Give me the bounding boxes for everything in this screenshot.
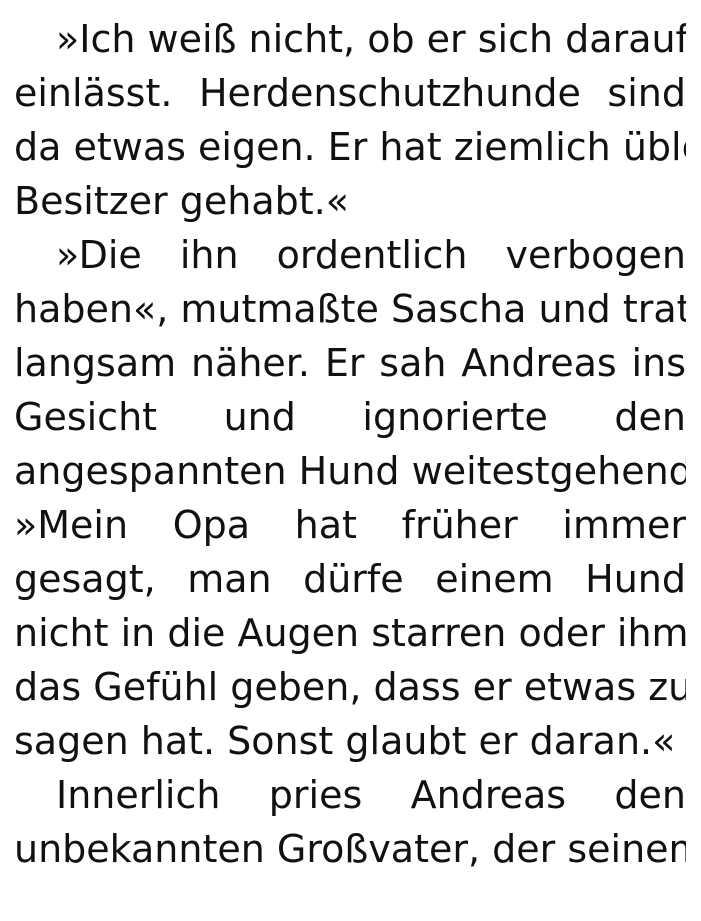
- text-line: nicht in die Augen starren oder ihm: [14, 611, 686, 655]
- text-line: langsam näher. Er sah Andreas ins: [14, 341, 686, 385]
- text-line: da etwas eigen. Er hat ziemlich üble: [14, 125, 686, 169]
- text-line: sagen hat. Sonst glaubt er daran.«: [14, 719, 676, 763]
- text-line: Innerlich pries Andreas den: [56, 773, 686, 817]
- book-page: »Ich weiß nicht, ob er sich darauf einlä…: [14, 12, 686, 876]
- paragraph-1: »Ich weiß nicht, ob er sich darauf einlä…: [14, 12, 686, 228]
- text-line: unbekannten Großvater, der seinem: [14, 827, 686, 871]
- text-line: Gesicht und ignorierte den: [14, 395, 686, 439]
- paragraph-3: Innerlich pries Andreas den unbekannten …: [14, 768, 686, 876]
- text-line: einlässt. Herdenschutzhunde sind: [14, 71, 686, 115]
- text-line: »Mein Opa hat früher immer: [14, 503, 686, 547]
- text-line: »Ich weiß nicht, ob er sich darauf: [56, 17, 686, 61]
- text-line: das Gefühl geben, dass er etwas zu: [14, 665, 686, 709]
- text-line: angespannten Hund weitestgehend.: [14, 449, 686, 493]
- text-line: gesagt, man dürfe einem Hund: [14, 557, 686, 601]
- text-line: haben«, mutmaßte Sascha und trat: [14, 287, 686, 331]
- text-line: Besitzer gehabt.«: [14, 179, 349, 223]
- text-line: »Die ihn ordentlich verbogen: [56, 233, 686, 277]
- paragraph-2: »Die ihn ordentlich verbogen haben«, mut…: [14, 228, 686, 768]
